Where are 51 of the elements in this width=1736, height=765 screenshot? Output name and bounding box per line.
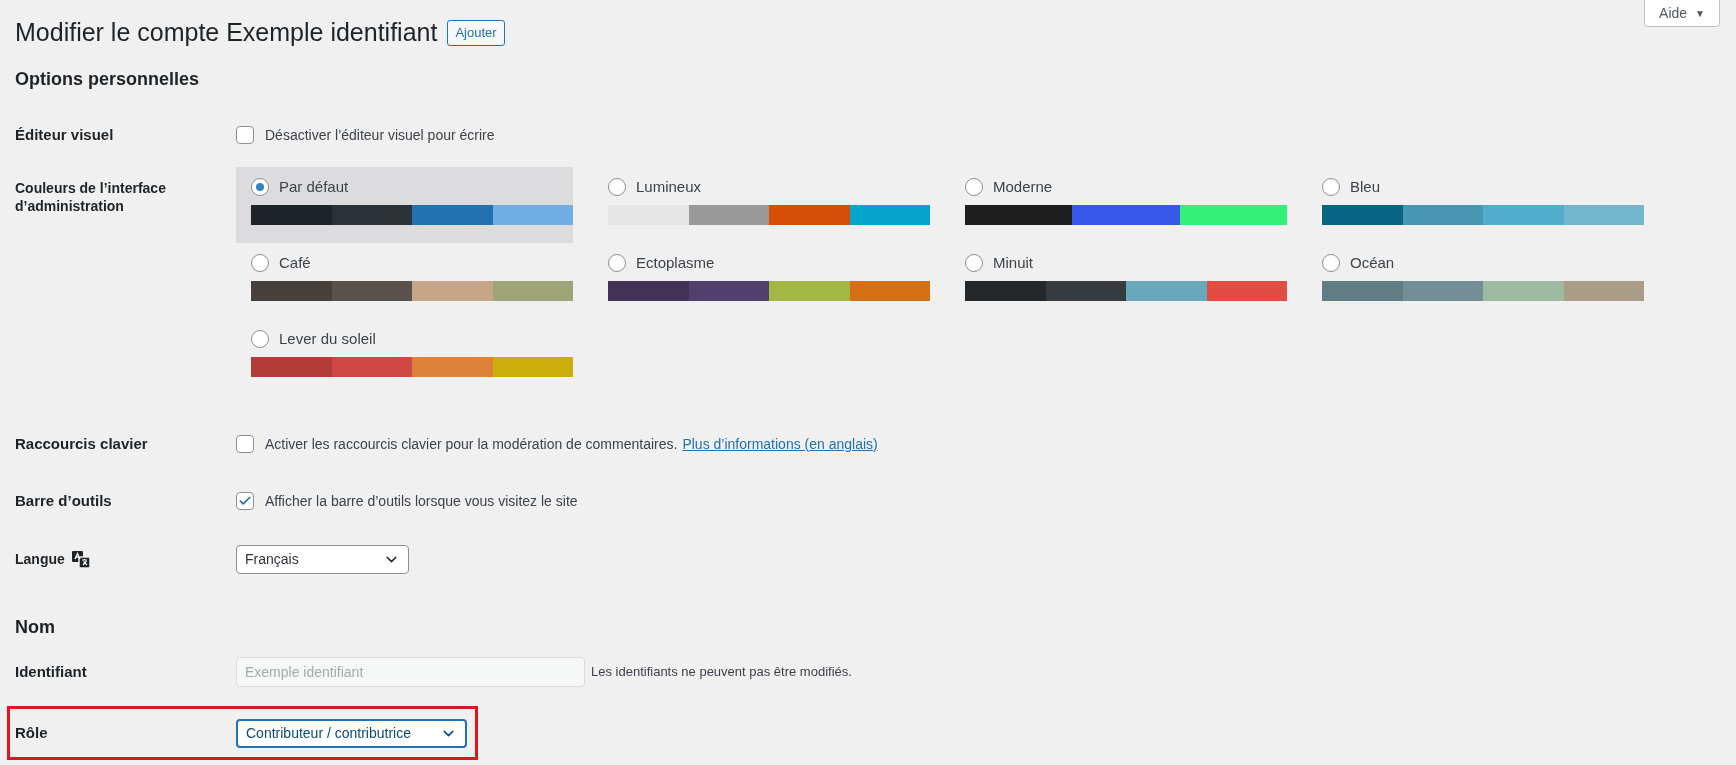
translation-icon	[70, 549, 91, 569]
checkbox-label: Afficher la barre d’outils lorsque vous visitez le site	[265, 491, 578, 511]
scheme-name: Ectoplasme	[636, 252, 715, 273]
field-label: Éditeur visuel	[15, 126, 114, 143]
scheme-name: Lever du soleil	[279, 328, 376, 349]
checkbox-label: Activer les raccourcis clavier pour la modération de commentaires.	[265, 434, 678, 454]
section-heading: Nom	[15, 616, 56, 639]
section-heading: Options personnelles	[15, 68, 201, 91]
field-note: Les identifiants ne peuvent pas être modifiés.	[591, 663, 852, 682]
field-label: Couleurs de l’interface d’administration	[15, 179, 167, 215]
scheme-name: Océan	[1350, 252, 1395, 273]
radio-button[interactable]	[608, 254, 626, 272]
add-button[interactable]: Ajouter	[447, 20, 505, 46]
dropdown[interactable]: Contributeur / contributrice	[236, 718, 467, 748]
color-scheme-option[interactable]: Lever du soleil	[236, 319, 573, 395]
scheme-name: Moderne	[993, 176, 1053, 197]
page-title: Modifier le compte Exemple identifiant	[15, 17, 438, 49]
radio-button[interactable]	[251, 254, 269, 272]
color-scheme-option[interactable]: Ectoplasme	[593, 243, 930, 319]
dropdown[interactable]: Français	[236, 544, 409, 574]
radio-button[interactable]	[251, 330, 269, 348]
field-label: Raccourcis clavier	[15, 435, 148, 452]
info-link[interactable]: Plus d’informations (en anglais)	[682, 433, 878, 455]
scheme-name: Bleu	[1350, 176, 1381, 197]
color-scheme-option[interactable]: Océan	[1307, 243, 1644, 319]
checkbox[interactable]	[236, 435, 254, 453]
field-label: Barre d’outils	[15, 492, 112, 509]
checkbox[interactable]	[236, 492, 254, 510]
color-scheme-option[interactable]: Lumineux	[593, 167, 930, 243]
scheme-name: Par défaut	[279, 176, 349, 197]
checkbox[interactable]	[236, 126, 254, 144]
scheme-name: Minuit	[993, 252, 1033, 273]
scheme-name: Lumineux	[636, 176, 702, 197]
radio-button[interactable]	[1322, 254, 1340, 272]
field-label: Identifiant	[15, 663, 87, 680]
scheme-name: Café	[279, 252, 311, 273]
color-scheme-option[interactable]: Minuit	[950, 243, 1287, 319]
color-scheme-option[interactable]: Moderne	[950, 167, 1287, 243]
field-label: Rôle	[15, 724, 48, 741]
radio-button[interactable]	[1322, 178, 1340, 196]
radio-button[interactable]	[965, 254, 983, 272]
radio-button[interactable]	[608, 178, 626, 196]
radio-button[interactable]	[251, 178, 269, 196]
field-label: Langue	[15, 549, 65, 569]
radio-button[interactable]	[965, 178, 983, 196]
checkbox-label: Désactiver l’éditeur visuel pour écrire	[265, 125, 495, 145]
help-button[interactable]: Aide ▼	[1644, 0, 1720, 27]
color-scheme-option[interactable]: Par défaut	[236, 167, 573, 243]
color-scheme-option[interactable]: Café	[236, 243, 573, 319]
check-icon	[238, 494, 252, 508]
color-scheme-option[interactable]: Bleu	[1307, 167, 1644, 243]
